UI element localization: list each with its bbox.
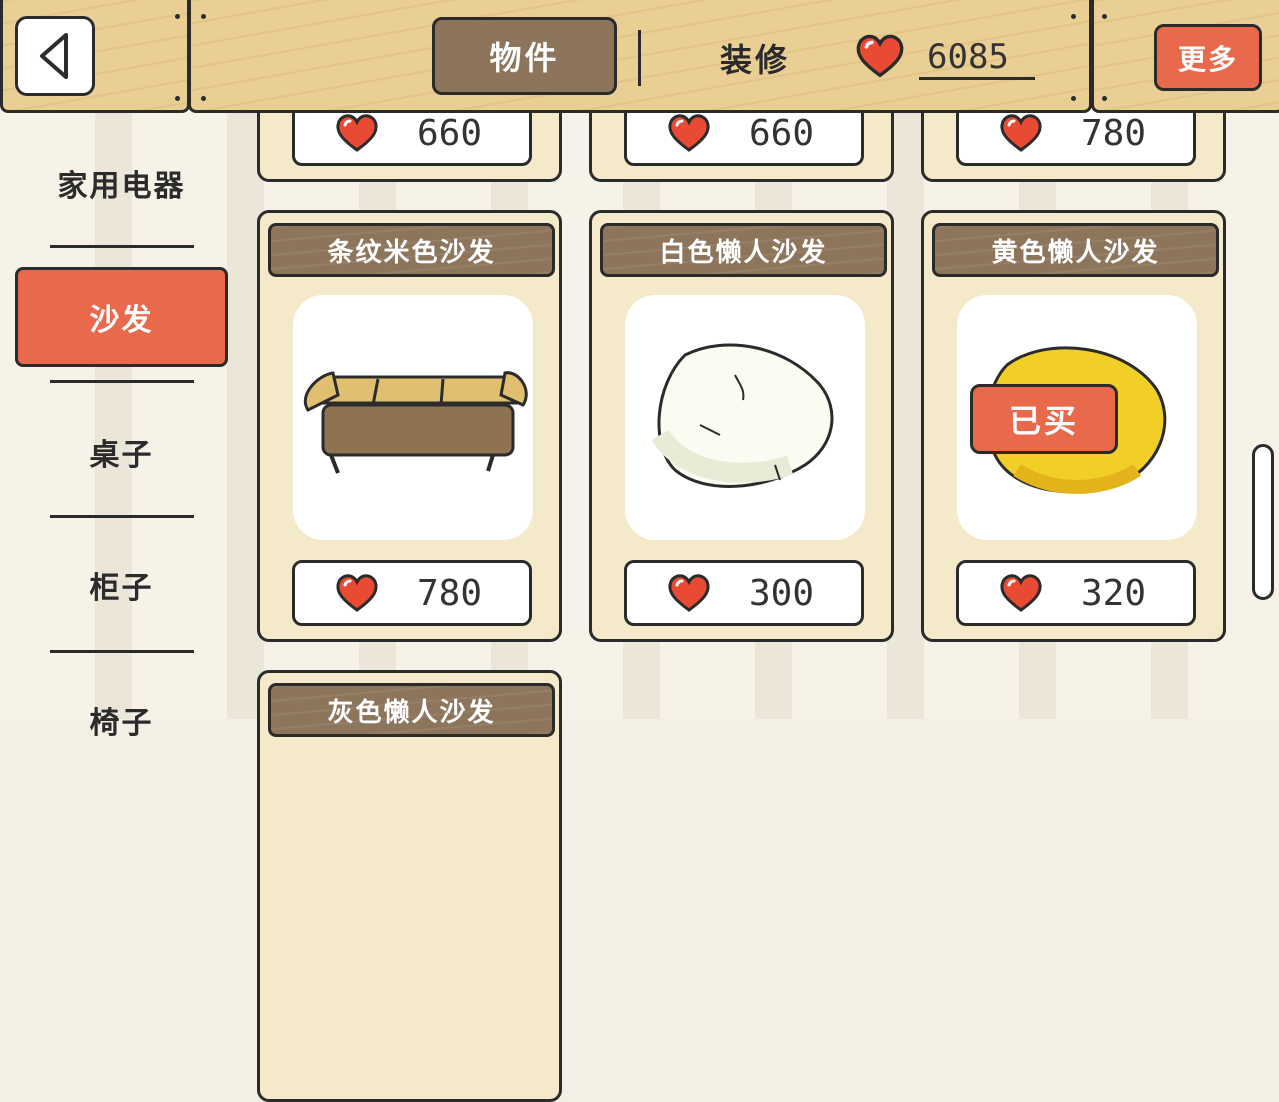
price-box: 320 [956,560,1196,626]
tab-decoration[interactable]: 装修 [700,30,810,86]
heart-icon [999,113,1043,153]
price-value: 660 [417,112,483,154]
sidebar-item-label: 椅子 [89,706,154,741]
nail [1071,14,1076,19]
heart-icon [667,113,711,153]
nail [175,14,180,19]
sidebar-item-tables[interactable]: 桌子 [15,402,228,502]
beanbag-icon [651,343,834,488]
nail [1102,14,1107,19]
item-card-gray-beanbag[interactable]: 灰色懒人沙发 [257,670,562,1102]
item-card-striped-beige-sofa[interactable]: 条纹米色沙发 780 [257,210,562,642]
sidebar-item-label: 家用电器 [57,169,186,204]
sidebar-item-appliances[interactable]: 家用电器 [15,133,228,233]
item-card-yellow-beanbag[interactable]: 黄色懒人沙发 已买 320 [921,210,1226,642]
heart-icon [335,573,379,613]
price-value: 320 [1081,572,1147,614]
item-name: 灰色懒人沙发 [268,683,555,737]
currency-value: 6085 [919,37,1035,80]
back-arrow-icon [40,33,68,79]
item-card-white-beanbag[interactable]: 白色懒人沙发 300 [589,210,894,642]
sidebar-item-label: 桌子 [89,438,154,473]
more-button[interactable]: 更多 [1154,24,1262,91]
tab-divider [638,30,641,86]
sidebar-divider [50,245,194,248]
bought-badge: 已买 [970,384,1118,454]
item-image [625,295,865,540]
item-name: 黄色懒人沙发 [932,223,1219,277]
sidebar-item-chairs[interactable]: 椅子 [15,670,228,770]
price-value: 780 [417,572,483,614]
heart-currency: 6085 [855,30,1035,86]
item-image [293,295,533,540]
tab-items[interactable]: 物件 [432,17,617,95]
sidebar-divider [50,515,194,518]
back-button[interactable] [15,16,95,96]
nail [1071,96,1076,101]
price-box: 780 [292,560,532,626]
scrollbar[interactable] [1252,444,1274,600]
price-value: 780 [1081,112,1147,154]
price-value: 660 [749,112,815,154]
heart-icon [855,33,905,83]
heart-icon [667,573,711,613]
heart-icon [335,113,379,153]
nail [175,96,180,101]
item-name: 条纹米色沙发 [268,223,555,277]
sidebar-divider [50,650,194,653]
nail [201,14,206,19]
sofa-icon [304,371,528,474]
item-name: 白色懒人沙发 [600,223,887,277]
sidebar-divider [50,380,194,383]
sidebar-item-cabinets[interactable]: 柜子 [15,535,228,635]
heart-icon [999,573,1043,613]
nail [1102,96,1107,101]
price-box: 300 [624,560,864,626]
sidebar-item-label: 沙发 [89,303,154,338]
sidebar-item-label: 柜子 [89,571,154,606]
price-value: 300 [749,572,815,614]
nail [201,96,206,101]
sidebar-item-sofa[interactable]: 沙发 [15,267,228,367]
